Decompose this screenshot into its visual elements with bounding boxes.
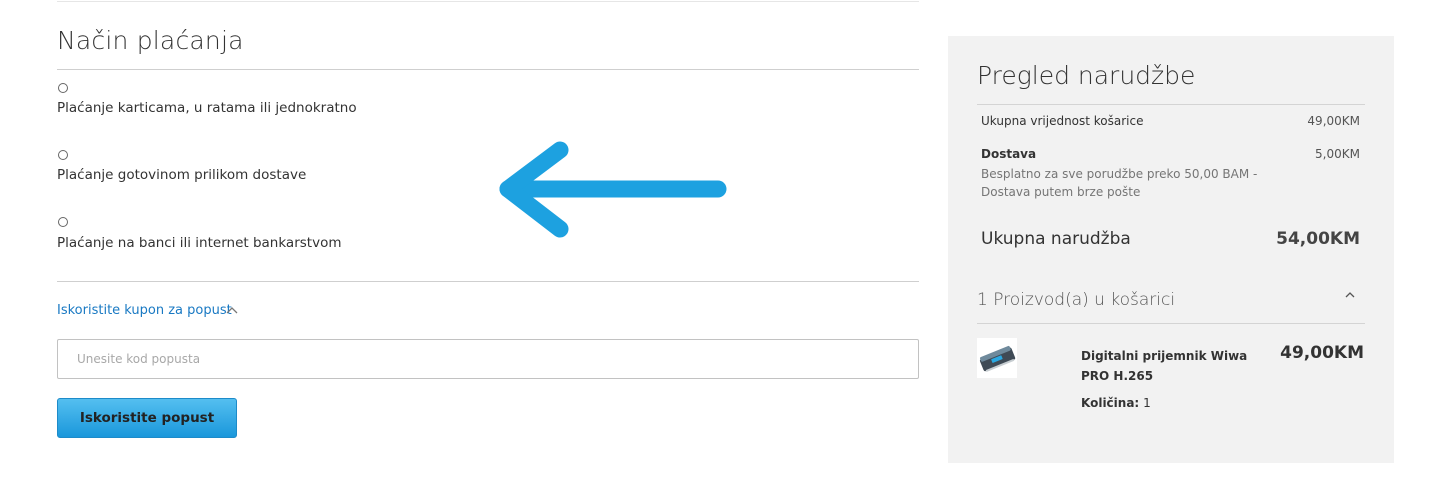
payment-option-cash-radio[interactable] [58, 150, 68, 160]
payment-option-card-radio[interactable] [58, 83, 68, 93]
shipping-note: Besplatno za sve porudžbe preko 50,00 BA… [981, 167, 1258, 199]
shipping-value: 5,00KM [1315, 147, 1360, 161]
quantity-value: 1 [1143, 396, 1151, 410]
shipping-label: Dostava [981, 147, 1037, 161]
payment-method-title: Način plaćanja [57, 26, 244, 55]
apply-discount-button[interactable]: Iskoristite popust [57, 398, 237, 438]
payment-methods-divider [57, 281, 919, 282]
product-price: 49,00KM [1280, 343, 1364, 363]
product-name[interactable]: Digitalni prijemnik Wiwa PRO H.265 [1081, 346, 1271, 386]
cart-subtotal-value: 49,00KM [1307, 114, 1360, 128]
quantity-label: Količina: [1081, 396, 1140, 410]
payment-title-divider [57, 69, 919, 70]
payment-option-card-label[interactable]: Plaćanje karticama, u ratama ili jednokr… [57, 100, 357, 116]
product-quantity: Količina: 1 [1081, 396, 1151, 410]
cart-items-divider [977, 323, 1365, 324]
payment-option-cash-label[interactable]: Plaćanje gotovinom prilikom dostave [57, 167, 306, 183]
order-summary-title: Pregled narudžbe [977, 61, 1196, 90]
coupon-code-input[interactable] [57, 339, 919, 379]
payment-option-bank-radio[interactable] [58, 217, 68, 227]
coupon-toggle-link[interactable]: Iskoristite kupon za popust [57, 303, 232, 318]
cart-subtotal-label: Ukupna vrijednost košarice [981, 114, 1144, 128]
payment-option-bank-label[interactable]: Plaćanje na banci ili internet bankarstv… [57, 235, 341, 251]
cart-items-toggle[interactable]: 1 Proizvod(a) u košarici [977, 290, 1175, 310]
grand-total-label: Ukupna narudžba [981, 229, 1131, 249]
summary-title-divider [977, 104, 1365, 105]
product-thumbnail[interactable] [977, 338, 1017, 378]
top-divider [57, 1, 919, 2]
grand-total-value: 54,00KM [1276, 229, 1360, 249]
order-summary-panel [948, 36, 1394, 463]
chevron-up-icon[interactable] [1343, 288, 1357, 302]
chevron-up-icon[interactable] [225, 304, 239, 318]
arrow-left-icon [499, 141, 727, 238]
